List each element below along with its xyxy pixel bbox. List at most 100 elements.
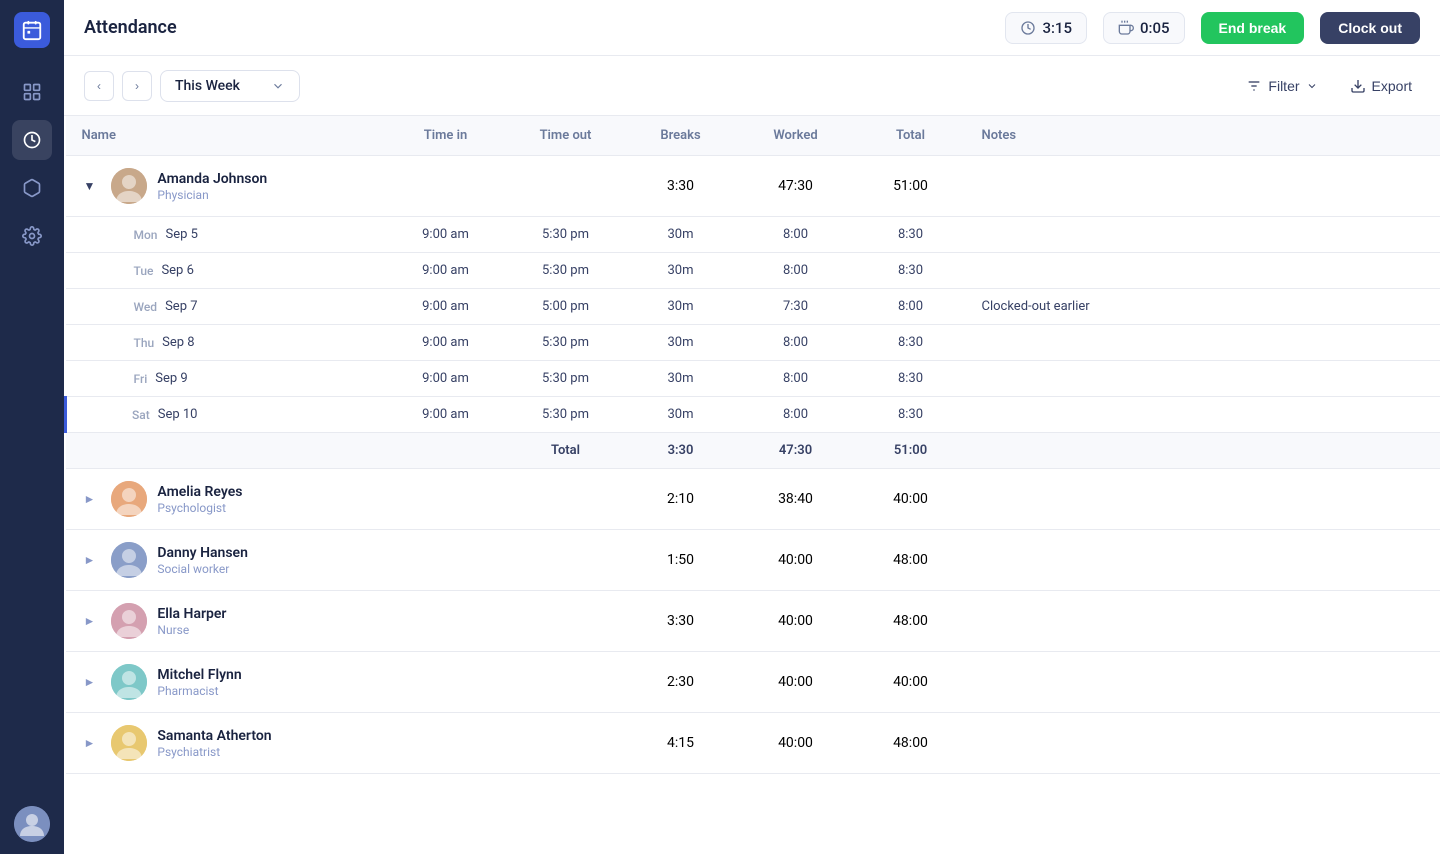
breaks: 30m: [626, 361, 736, 397]
attendance-table-area: Name Time in Time out Breaks Worked Tota…: [64, 116, 1440, 854]
note: [966, 217, 1440, 253]
emp-worked: 40:00: [736, 652, 856, 713]
col-time-in: Time in: [386, 116, 506, 156]
day-date: Sep 5: [165, 227, 197, 242]
emp-total: 51:00: [856, 156, 966, 217]
total: 8:30: [856, 361, 966, 397]
employee-role: Psychologist: [157, 501, 242, 515]
emp-breaks: 2:10: [626, 469, 736, 530]
time-in: 9:00 am: [386, 289, 506, 325]
col-total: Total: [856, 116, 966, 156]
time-out: 5:30 pm: [506, 325, 626, 361]
worked: 8:00: [736, 253, 856, 289]
employee-name: Danny Hansen: [157, 545, 248, 561]
sidebar-nav: [12, 72, 52, 806]
header: Attendance 3:15 0:05 End break Clock out: [64, 0, 1440, 56]
breaks: 30m: [626, 217, 736, 253]
sidebar-item-settings[interactable]: [12, 216, 52, 256]
time-out: 5:30 pm: [506, 253, 626, 289]
expand-button[interactable]: ►: [82, 551, 98, 569]
emp-worked: 40:00: [736, 530, 856, 591]
emp-worked: 40:00: [736, 591, 856, 652]
day-row: Fri Sep 9 9:00 am 5:30 pm 30m 8:00 8:30: [66, 361, 1440, 397]
page-title: Attendance: [84, 17, 989, 38]
employee-info: Ella Harper Nurse: [157, 606, 226, 637]
end-break-button[interactable]: End break: [1201, 12, 1305, 44]
day-date: Sep 6: [161, 263, 193, 278]
day-row: Tue Sep 6 9:00 am 5:30 pm 30m 8:00 8:30: [66, 253, 1440, 289]
break-timer-value: 0:05: [1140, 19, 1170, 37]
employee-avatar: [111, 664, 147, 700]
next-week-button[interactable]: ›: [122, 71, 152, 101]
clock-out-button[interactable]: Clock out: [1320, 12, 1420, 44]
export-button[interactable]: Export: [1342, 72, 1420, 100]
day-label: Tue: [134, 264, 154, 278]
emp-worked: 47:30: [736, 156, 856, 217]
user-avatar[interactable]: [14, 806, 50, 842]
total-total: 51:00: [856, 433, 966, 469]
sidebar-item-dashboard[interactable]: [12, 72, 52, 112]
employee-name: Amelia Reyes: [157, 484, 242, 500]
total: 8:30: [856, 325, 966, 361]
emp-total: 40:00: [856, 652, 966, 713]
note: [966, 361, 1440, 397]
filter-icon: [1246, 78, 1262, 94]
day-date: Sep 7: [165, 299, 197, 314]
expand-button[interactable]: ►: [82, 490, 98, 508]
time-in: 9:00 am: [386, 217, 506, 253]
emp-worked: 40:00: [736, 713, 856, 774]
day-label: Sat: [132, 408, 150, 422]
emp-breaks: 3:30: [626, 156, 736, 217]
sidebar: [0, 0, 64, 854]
employee-role: Social worker: [157, 562, 248, 576]
coffee-icon: [1118, 20, 1134, 36]
app-logo: [14, 12, 50, 48]
timer-value: 3:15: [1042, 19, 1072, 37]
note: [966, 253, 1440, 289]
worked: 7:30: [736, 289, 856, 325]
day-row: Sat Sep 10 9:00 am 5:30 pm 30m 8:00 8:30: [66, 397, 1440, 433]
export-label: Export: [1372, 78, 1412, 94]
employee-info: Amelia Reyes Psychologist: [157, 484, 242, 515]
emp-total: 48:00: [856, 713, 966, 774]
emp-total: 48:00: [856, 530, 966, 591]
employee-avatar: [111, 542, 147, 578]
prev-week-button[interactable]: ‹: [84, 71, 114, 101]
day-label: Wed: [134, 300, 158, 314]
time-out: 5:30 pm: [506, 217, 626, 253]
sidebar-item-travel[interactable]: [12, 168, 52, 208]
col-notes: Notes: [966, 116, 1440, 156]
employee-role: Physician: [157, 188, 267, 202]
employee-role: Psychiatrist: [157, 745, 271, 759]
expand-button[interactable]: ►: [82, 734, 98, 752]
time-out: 5:00 pm: [506, 289, 626, 325]
total: 8:30: [856, 253, 966, 289]
employee-info: Danny Hansen Social worker: [157, 545, 248, 576]
week-selector[interactable]: This Week: [160, 70, 300, 102]
employee-name: Ella Harper: [157, 606, 226, 622]
breaks: 30m: [626, 253, 736, 289]
emp-total: 48:00: [856, 591, 966, 652]
note: [966, 397, 1440, 433]
expand-button[interactable]: ▼: [82, 177, 98, 195]
day-date: Sep 10: [158, 407, 198, 422]
breaks: 30m: [626, 397, 736, 433]
employee-row: ► Amelia Reyes Psychologist 2:10 38:40 4…: [66, 469, 1440, 530]
total: 8:30: [856, 217, 966, 253]
day-row: Thu Sep 8 9:00 am 5:30 pm 30m 8:00 8:30: [66, 325, 1440, 361]
filter-chevron-icon: [1306, 80, 1318, 92]
expand-button[interactable]: ►: [82, 673, 98, 691]
total-row: Total 3:30 47:30 51:00: [66, 433, 1440, 469]
emp-total: 40:00: [856, 469, 966, 530]
sidebar-item-attendance[interactable]: [12, 120, 52, 160]
employee-info: Mitchel Flynn Pharmacist: [157, 667, 241, 698]
break-timer: 0:05: [1103, 12, 1185, 44]
filter-button[interactable]: Filter: [1238, 72, 1325, 100]
worked: 8:00: [736, 361, 856, 397]
emp-breaks: 1:50: [626, 530, 736, 591]
week-label: This Week: [175, 78, 240, 94]
worked: 8:00: [736, 325, 856, 361]
filter-label: Filter: [1268, 78, 1299, 94]
expand-button[interactable]: ►: [82, 612, 98, 630]
toolbar: ‹ › This Week Filter: [64, 56, 1440, 116]
